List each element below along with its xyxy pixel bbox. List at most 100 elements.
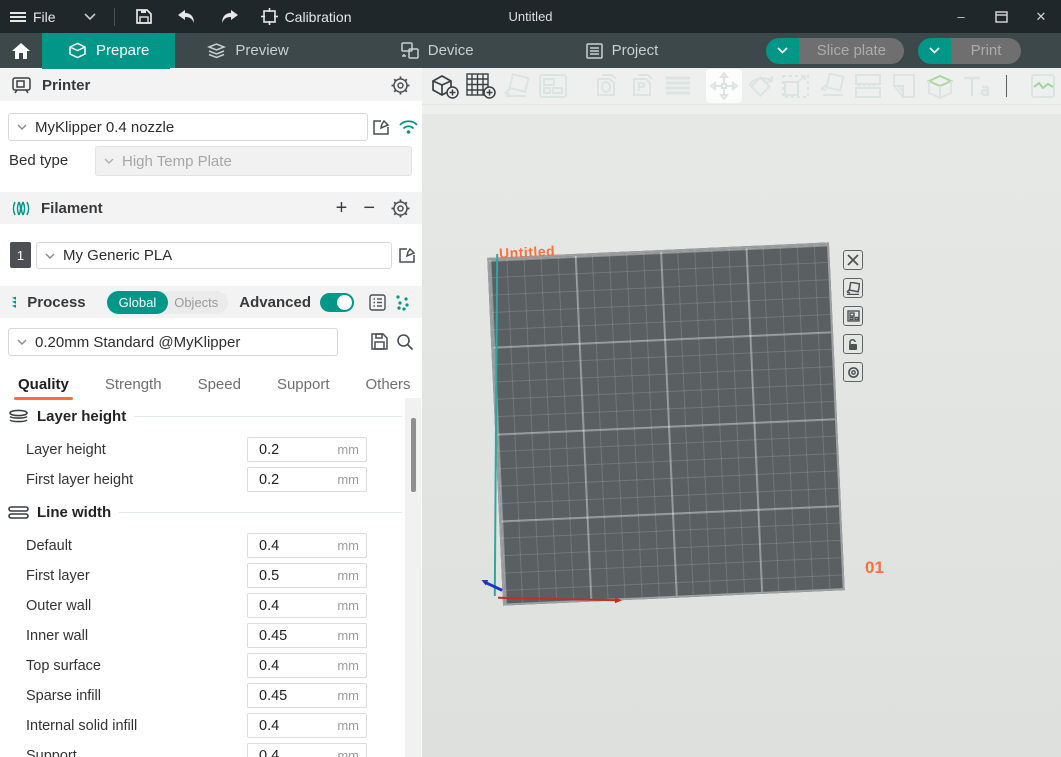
home-button[interactable] xyxy=(0,33,42,68)
lock-plate-button[interactable] xyxy=(843,334,863,354)
param-field: mm xyxy=(247,593,367,618)
first-layer-height-input[interactable] xyxy=(248,468,332,491)
print-options-button[interactable] xyxy=(918,38,951,64)
printer-preset-select[interactable]: MyKlipper 0.4 nozzle xyxy=(8,113,368,141)
unit-label: mm xyxy=(337,442,359,457)
line-width-default-input[interactable] xyxy=(248,534,332,557)
arrange-plate-button[interactable] xyxy=(843,306,863,326)
process-section-title: Process xyxy=(27,294,85,311)
save-button[interactable] xyxy=(123,0,165,33)
scope-objects-button[interactable]: Objects xyxy=(168,295,228,310)
plate-button-stack xyxy=(843,250,863,382)
search-params-icon[interactable] xyxy=(396,333,414,351)
process-tab-others[interactable]: Others xyxy=(366,366,411,405)
rotate-icon xyxy=(745,73,775,99)
chevron-down-icon xyxy=(84,13,96,20)
filament-icon xyxy=(12,200,30,217)
mesh-boolean-icon xyxy=(926,73,954,100)
tab-device-label: Device xyxy=(428,42,474,59)
viewport-3d[interactable]: Untitled 01 xyxy=(422,68,1061,757)
param-label: Internal solid infill xyxy=(26,718,137,734)
layer-height-group-title: Layer height xyxy=(37,408,126,425)
close-button[interactable]: ✕ xyxy=(1021,0,1061,33)
prepare-icon xyxy=(68,42,87,59)
maximize-button[interactable] xyxy=(981,0,1021,33)
tab-preview[interactable]: Preview xyxy=(181,33,314,68)
calibration-button[interactable]: Calibration xyxy=(251,0,362,33)
chevron-down-icon xyxy=(929,47,940,54)
print-button[interactable]: Print xyxy=(951,38,1021,64)
slice-plate-button[interactable]: Slice plate xyxy=(799,38,904,64)
param-label: Top surface xyxy=(26,658,101,674)
plate-settings-button[interactable] xyxy=(843,362,863,382)
line-width-outer-wall-input[interactable] xyxy=(248,594,332,617)
printer-icon xyxy=(12,77,31,94)
unit-label: mm xyxy=(337,688,359,703)
parameter-tune-icon[interactable] xyxy=(395,294,410,311)
split-tool-button xyxy=(850,69,886,103)
edit-printer-icon[interactable] xyxy=(373,119,390,136)
sidebar-scrollbar-thumb[interactable] xyxy=(411,418,416,492)
tab-project[interactable]: Project xyxy=(560,33,685,68)
process-tab-support[interactable]: Support xyxy=(277,366,330,405)
delete-plate-button[interactable] xyxy=(843,250,863,270)
tab-prepare[interactable]: Prepare xyxy=(42,33,175,68)
preview-icon xyxy=(207,42,226,59)
main-tab-bar: Prepare Preview Device Project Slice pla… xyxy=(0,33,1061,68)
bed-type-select[interactable]: High Temp Plate xyxy=(95,146,412,176)
line-width-sparse-infill-input[interactable] xyxy=(248,684,332,707)
process-tabs: Quality Strength Speed Support Others xyxy=(0,366,405,405)
param-label: Support xyxy=(26,748,77,757)
scope-global-button[interactable]: Global xyxy=(107,291,169,314)
orient-plate-button[interactable] xyxy=(843,278,863,298)
unit-label: mm xyxy=(337,472,359,487)
slice-options-button[interactable] xyxy=(766,38,799,64)
line-width-first-layer-input[interactable] xyxy=(248,564,332,587)
add-plate-button[interactable] xyxy=(463,69,499,103)
text-tool-button xyxy=(958,69,994,103)
layer-height-input[interactable] xyxy=(248,438,332,461)
minimize-button[interactable]: – xyxy=(941,0,981,33)
filament-preset-select[interactable]: My Generic PLA xyxy=(36,242,392,269)
add-filament-button[interactable]: + xyxy=(336,198,348,218)
parameter-list-icon[interactable] xyxy=(369,294,386,311)
plate-name-label[interactable]: Untitled xyxy=(499,243,556,262)
save-preset-icon[interactable] xyxy=(371,333,388,350)
filament-slot-badge[interactable]: 1 xyxy=(10,242,31,268)
process-tab-speed[interactable]: Speed xyxy=(198,366,241,405)
process-tab-strength[interactable]: Strength xyxy=(105,366,162,405)
param-label: Outer wall xyxy=(26,598,91,614)
build-plate[interactable] xyxy=(487,242,844,605)
wifi-connection-icon[interactable] xyxy=(399,119,418,134)
add-object-button[interactable] xyxy=(427,69,463,103)
advanced-toggle[interactable] xyxy=(320,293,354,312)
lay-on-face-button xyxy=(814,69,850,103)
tab-project-label: Project xyxy=(612,42,659,59)
line-width-support-input[interactable] xyxy=(248,744,332,757)
save-icon xyxy=(135,8,153,25)
edit-filament-icon[interactable] xyxy=(399,247,416,264)
file-menu-dropdown[interactable] xyxy=(66,0,106,33)
lay-on-face-icon xyxy=(817,73,847,99)
param-label: Default xyxy=(26,538,72,554)
remove-filament-button[interactable]: − xyxy=(363,198,375,218)
process-tab-quality[interactable]: Quality xyxy=(18,366,69,405)
file-menu[interactable]: File xyxy=(0,0,66,33)
redo-button[interactable] xyxy=(208,0,251,33)
mesh-boolean-button xyxy=(922,69,958,103)
filament-settings-gear-icon[interactable] xyxy=(391,199,410,218)
undo-button[interactable] xyxy=(165,0,208,33)
layers-icon xyxy=(664,74,692,98)
process-preset-select[interactable]: 0.20mm Standard @MyKlipper xyxy=(8,328,338,356)
line-width-inner-wall-input[interactable] xyxy=(248,624,332,647)
param-field: mm xyxy=(247,683,367,708)
tab-device[interactable]: Device xyxy=(375,33,500,68)
line-width-top-surface-input[interactable] xyxy=(248,654,332,677)
print-split-button: Print xyxy=(918,38,1021,64)
hamburger-icon xyxy=(10,11,26,23)
param-field: mm xyxy=(247,563,367,588)
slice-plate-split-button: Slice plate xyxy=(766,38,904,64)
printer-settings-gear-icon[interactable] xyxy=(391,76,410,95)
chevron-down-icon xyxy=(17,339,27,345)
line-width-internal-solid-infill-input[interactable] xyxy=(248,714,332,737)
